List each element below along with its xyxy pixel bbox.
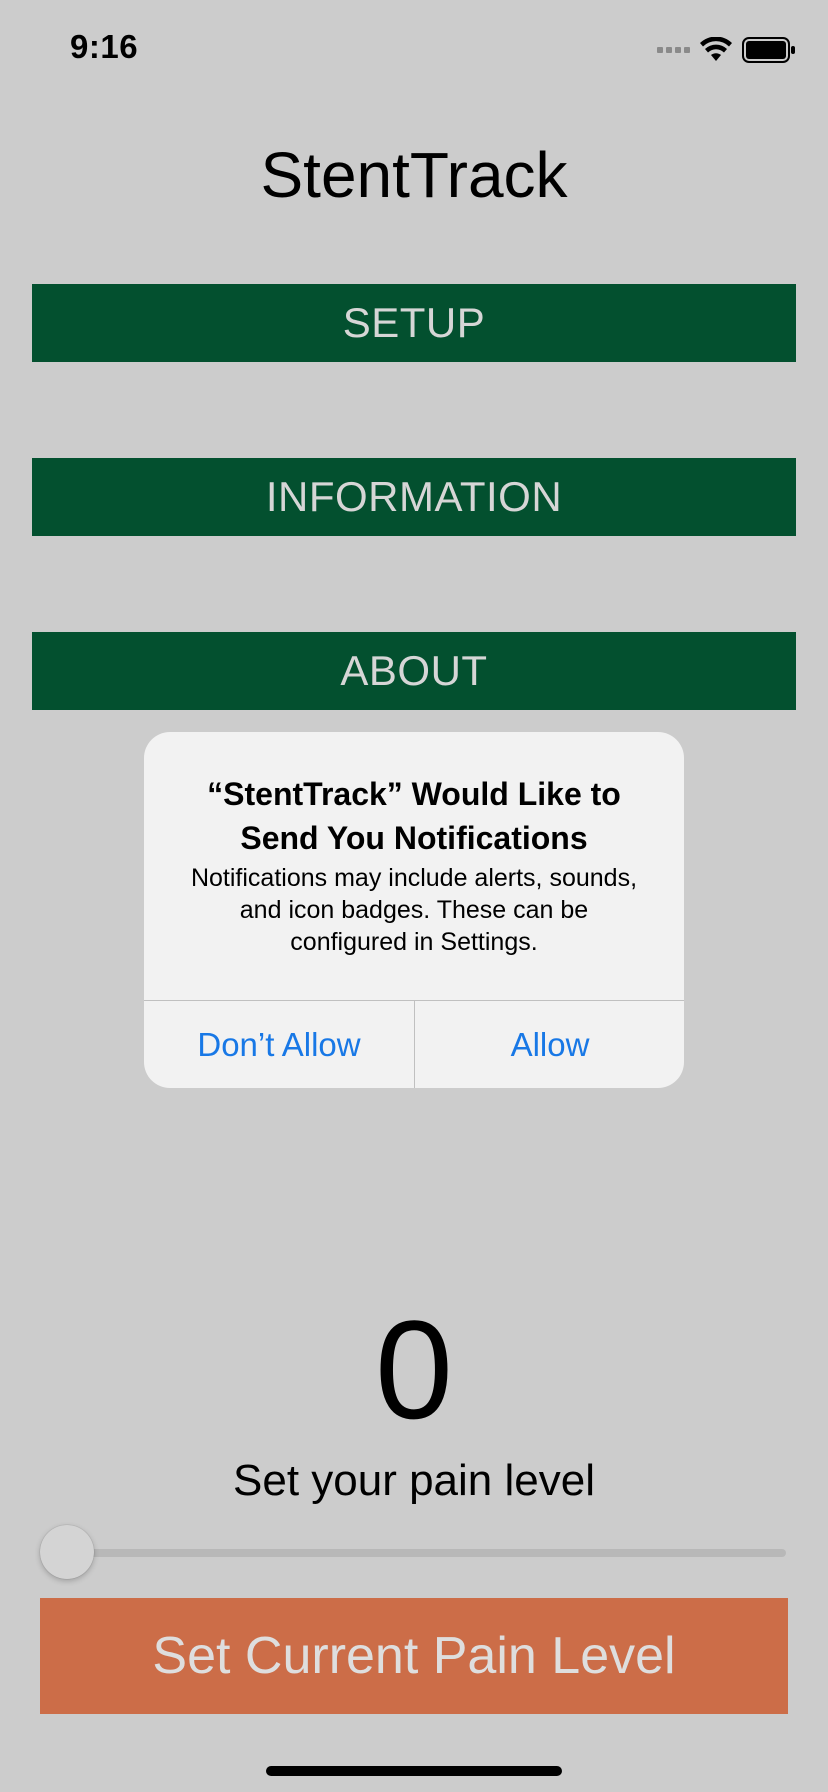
information-button[interactable]: INFORMATION [32,458,796,536]
alert-message: Notifications may include alerts, sounds… [190,864,638,956]
pain-level-value: 0 [375,1291,453,1448]
screen: 9:16 StentTrack SETUP INFORMATION ABOUT … [0,0,828,1792]
app-title: StentTrack [260,139,568,211]
pain-level-label: Set your pain level [233,1456,595,1505]
slider-thumb[interactable] [40,1525,94,1579]
wifi-icon [700,37,732,61]
about-button[interactable]: ABOUT [32,632,796,710]
alert-title: “StentTrack” Would Like to Send You Noti… [207,776,621,856]
setup-button[interactable]: SETUP [32,284,796,362]
status-icons [657,36,796,64]
cellular-signal-icon [657,47,690,53]
set-current-pain-level-button[interactable]: Set Current Pain Level [40,1598,788,1714]
dont-allow-button[interactable]: Don’t Allow [144,1001,414,1088]
battery-icon [742,37,795,63]
allow-button[interactable]: Allow [415,1001,684,1088]
notification-permission-alert: “StentTrack” Would Like to Send You Noti… [144,732,684,1088]
pain-level-slider[interactable] [66,1549,786,1557]
status-time: 9:16 [70,28,139,65]
home-indicator[interactable] [266,1766,562,1776]
